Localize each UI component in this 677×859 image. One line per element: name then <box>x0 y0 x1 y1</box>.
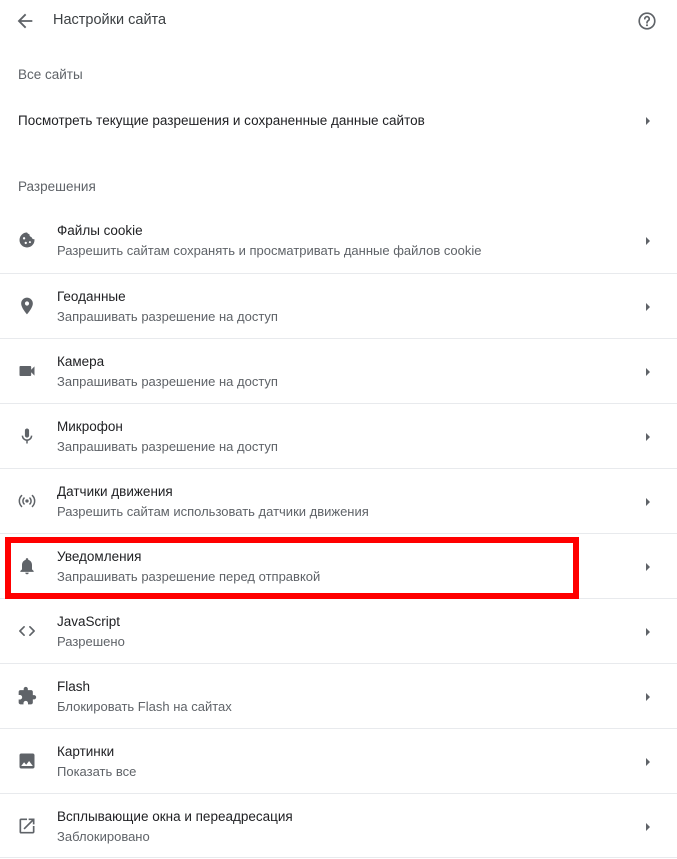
permission-label: Датчики движения <box>57 484 173 499</box>
permission-label: Картинки <box>57 744 115 759</box>
site-settings-page: Настройки сайта Все сайты Посмотреть тек… <box>0 0 677 859</box>
camera-icon <box>17 361 37 381</box>
all-sites-section-title: Все сайты <box>18 67 83 82</box>
chevron-right-icon <box>643 757 653 767</box>
permission-status: Запрашивать разрешение перед отправкой <box>57 569 321 584</box>
permission-label: Файлы cookie <box>57 223 143 238</box>
puzzle-icon <box>17 686 37 706</box>
page-title: Настройки сайта <box>53 12 167 28</box>
code-icon <box>17 621 37 641</box>
permission-status: Разрешить сайтам использовать датчики дв… <box>57 504 369 519</box>
permission-status: Запрашивать разрешение на доступ <box>57 439 278 454</box>
view-all-sites-row[interactable]: Посмотреть текущие разрешения и сохранен… <box>0 98 677 144</box>
image-icon <box>17 751 37 771</box>
chevron-right-icon <box>643 432 653 442</box>
permission-row-microphone[interactable]: Микрофон Запрашивать разрешение на досту… <box>0 403 677 468</box>
permissions-section-title: Разрешения <box>18 179 96 194</box>
view-all-sites-label: Посмотреть текущие разрешения и сохранен… <box>18 113 425 128</box>
chevron-right-icon <box>643 822 653 832</box>
microphone-icon <box>17 426 37 446</box>
chevron-right-icon <box>643 302 653 312</box>
permissions-list: Файлы cookie Разрешить сайтам сохранять … <box>0 208 677 858</box>
location-pin-icon <box>17 296 37 316</box>
permission-status: Разрешить сайтам сохранять и просматрива… <box>57 243 482 258</box>
chevron-right-icon <box>643 562 653 572</box>
motion-sensors-icon <box>17 491 37 511</box>
chevron-right-icon <box>643 116 653 126</box>
permission-row-flash[interactable]: Flash Блокировать Flash на сайтах <box>0 663 677 728</box>
chevron-right-icon <box>643 627 653 637</box>
bell-icon <box>17 556 37 576</box>
permission-row-camera[interactable]: Камера Запрашивать разрешение на доступ <box>0 338 677 403</box>
permission-status: Запрашивать разрешение на доступ <box>57 374 278 389</box>
open-in-new-icon <box>17 816 37 836</box>
permission-row-location[interactable]: Геоданные Запрашивать разрешение на дост… <box>0 273 677 338</box>
chevron-right-icon <box>643 367 653 377</box>
permission-row-images[interactable]: Картинки Показать все <box>0 728 677 793</box>
permission-label: Всплывающие окна и переадресация <box>57 809 293 824</box>
help-button[interactable] <box>636 10 658 32</box>
permission-status: Разрешено <box>57 634 125 649</box>
permission-label: Камера <box>57 354 105 369</box>
permission-label: Flash <box>57 679 91 694</box>
chevron-right-icon <box>643 236 653 246</box>
permission-row-javascript[interactable]: JavaScript Разрешено <box>0 598 677 663</box>
permission-status: Показать все <box>57 764 137 779</box>
permission-row-cookies[interactable]: Файлы cookie Разрешить сайтам сохранять … <box>0 208 677 273</box>
chevron-right-icon <box>643 692 653 702</box>
permission-label: JavaScript <box>57 614 121 629</box>
permission-status: Заблокировано <box>57 829 150 844</box>
chevron-right-icon <box>643 497 653 507</box>
permission-label: Геоданные <box>57 289 126 304</box>
help-icon <box>638 12 656 30</box>
permission-row-motion-sensors[interactable]: Датчики движения Разрешить сайтам исполь… <box>0 468 677 533</box>
permission-row-popups[interactable]: Всплывающие окна и переадресация Заблоки… <box>0 793 677 858</box>
permission-status: Блокировать Flash на сайтах <box>57 699 232 714</box>
permission-row-notifications[interactable]: Уведомления Запрашивать разрешение перед… <box>0 533 677 598</box>
cookie-icon <box>17 230 37 250</box>
arrow-back-icon <box>17 13 33 29</box>
permission-status: Запрашивать разрешение на доступ <box>57 309 278 324</box>
permission-label: Микрофон <box>57 419 123 434</box>
permission-label: Уведомления <box>57 549 142 564</box>
header: Настройки сайта <box>0 0 677 42</box>
back-button[interactable] <box>14 10 36 32</box>
